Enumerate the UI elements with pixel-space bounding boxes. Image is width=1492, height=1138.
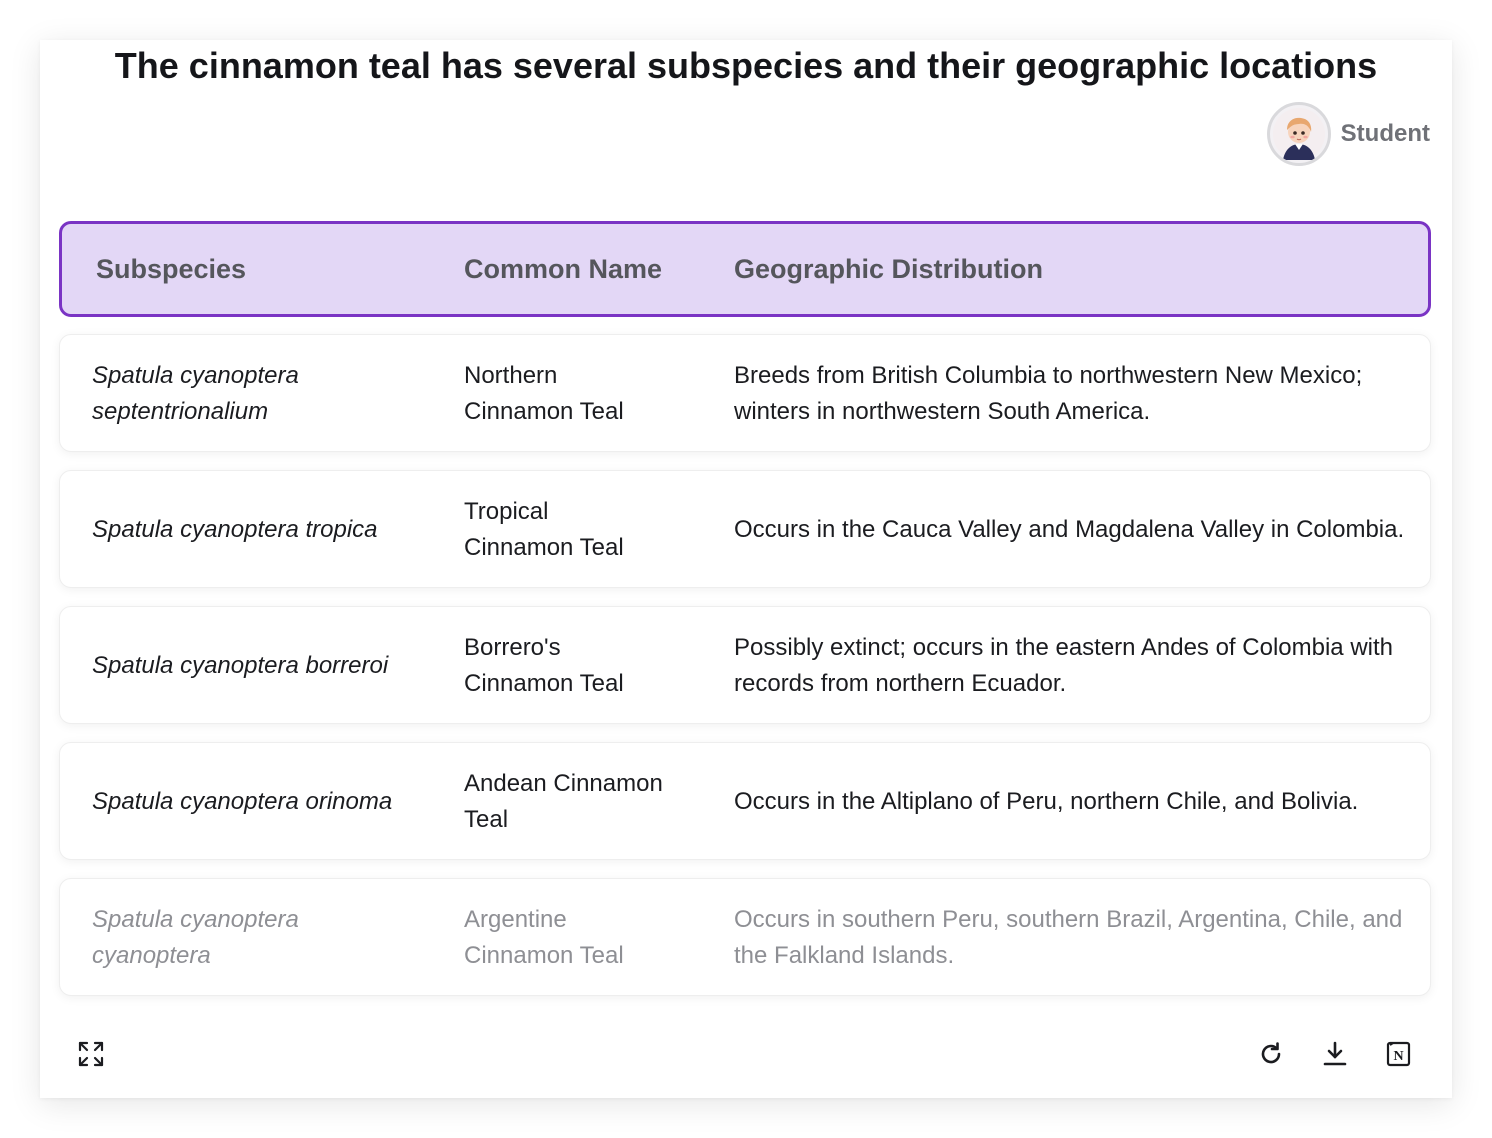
notion-icon[interactable]: N [1383,1038,1415,1070]
common-name-cell: Northern Cinnamon Teal [464,362,624,425]
subspecies-cell: Spatula cyanoptera cyanoptera [92,906,299,969]
author-badge: Student [1266,102,1430,166]
table-row: Spatula cyanoptera borreroi Borrero's Ci… [59,606,1431,724]
distribution-cell: Occurs in the Altiplano of Peru, norther… [734,788,1359,815]
distribution-cell: Possibly extinct; occurs in the eastern … [734,634,1393,697]
common-name-cell: Borrero's Cinnamon Teal [464,634,624,697]
column-header-geographic-distribution: Geographic Distribution [734,254,1044,284]
common-name-cell: Argentine Cinnamon Teal [464,906,624,969]
column-header-subspecies: Subspecies [96,254,247,284]
download-icon[interactable] [1319,1038,1351,1070]
subspecies-cell: Spatula cyanoptera septentrionalium [92,362,299,425]
avatar-illustration [1272,108,1325,160]
table-row: Spatula cyanoptera tropica Tropical Cinn… [59,470,1431,588]
content-card: The cinnamon teal has several subspecies… [40,40,1452,1098]
distribution-cell: Occurs in the Cauca Valley and Magdalena… [734,516,1405,543]
page-title: The cinnamon teal has several subspecies… [114,45,1378,86]
table-row: Spatula cyanoptera septentrionalium Nort… [59,334,1431,452]
author-name: Student [1340,120,1430,147]
avatar [1266,102,1331,166]
table-row: Spatula cyanoptera orinoma Andean Cinnam… [59,742,1431,860]
column-header-common-name: Common Name [464,254,663,284]
table-header: Subspecies Common Name Geographic Distri… [59,221,1431,317]
svg-text:N: N [1393,1049,1403,1064]
common-name-cell: Andean Cinnamon Teal [464,770,663,833]
table-row: Spatula cyanoptera cyanoptera Argentine … [59,878,1431,996]
subspecies-cell: Spatula cyanoptera orinoma [92,788,393,815]
expand-icon[interactable] [75,1038,107,1070]
refresh-icon[interactable] [1255,1038,1287,1070]
common-name-cell: Tropical Cinnamon Teal [464,498,624,561]
subspecies-cell: Spatula cyanoptera borreroi [92,652,389,679]
distribution-cell: Occurs in southern Peru, southern Brazil… [734,906,1403,969]
distribution-cell: Breeds from British Columbia to northwes… [734,362,1363,425]
subspecies-cell: Spatula cyanoptera tropica [92,516,378,543]
